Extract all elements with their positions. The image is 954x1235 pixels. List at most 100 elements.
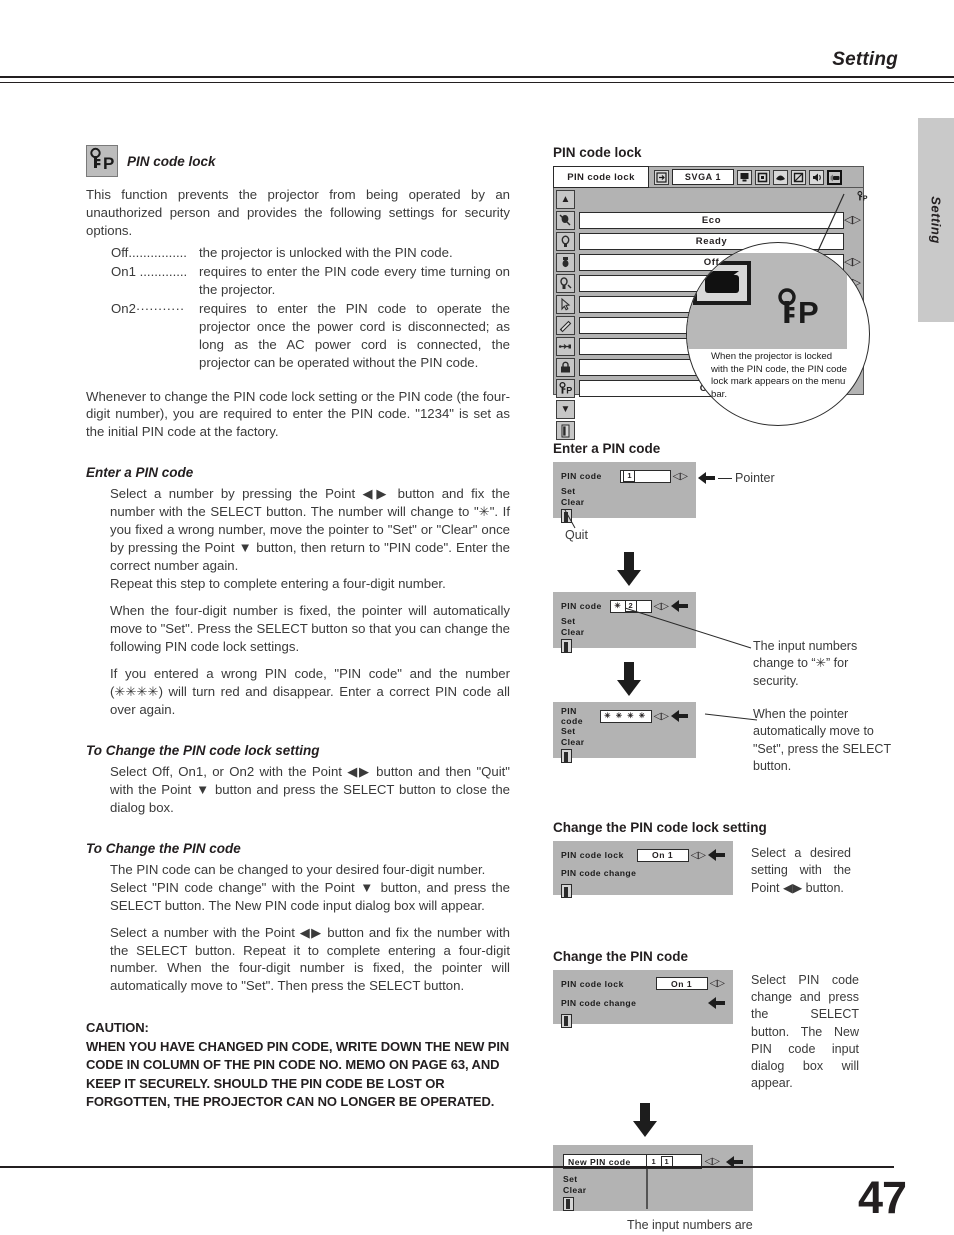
- pin-code-lock-value[interactable]: On 1: [636, 848, 689, 862]
- dialog-label: PIN code: [561, 601, 602, 611]
- quit-icon[interactable]: [561, 1013, 572, 1028]
- header-rule: [0, 76, 954, 83]
- enter-pin-paragraph-3: When the four-digit number is fixed, the…: [110, 603, 510, 655]
- enter-pin-figure-group: PIN code 1 ◁▷ Set Clear Pointer Quit PIN…: [553, 462, 898, 773]
- change-lock-setting-heading: To Change the PIN code lock setting: [86, 742, 320, 758]
- enter-pin-figure-heading: Enter a PIN code: [553, 441, 661, 456]
- change-code-figure-heading: Change the PIN code: [553, 948, 689, 964]
- dialog-2-leader-line: [624, 607, 752, 649]
- left-right-arrows-icon: ◁▷: [672, 470, 688, 482]
- section-side-tab: Setting: [918, 118, 954, 322]
- pin-digit: ✳: [614, 711, 624, 721]
- dialog-input-row: PIN code ✳ ✳ ✳ ✳ ◁▷: [561, 706, 688, 726]
- pin-option-term: On2···········: [111, 300, 185, 316]
- dialog-6-note: The input numbers are being displayed fo…: [627, 1217, 753, 1235]
- page-number: 47: [857, 1172, 907, 1223]
- dialog-input-row: PIN code lock On 1 ◁▷: [561, 977, 725, 991]
- change-code-paragraph-3: Select a number with the Point ◀▶ button…: [110, 924, 510, 994]
- quit-icon[interactable]: [556, 421, 575, 440]
- dialog-3-group: PIN code ✳ ✳ ✳ ✳ ◁▷ Set Clear When the p…: [553, 702, 898, 773]
- dialog-4-note: Select a desired setting with the Point …: [751, 846, 851, 895]
- pin-digit: ✳: [625, 711, 636, 721]
- pin-code-lock-dialog: PIN code lock On 1 ◁▷ PIN code change: [553, 841, 733, 898]
- dialog-3-note: When the pointer automatically move to "…: [753, 707, 891, 773]
- dialog-5-note: Select PIN code change and press the SEL…: [751, 972, 859, 1091]
- dialog-5-group: PIN code lock On 1 ◁▷ PIN code change Se…: [553, 969, 898, 1093]
- dialog-clear-label[interactable]: Clear: [561, 737, 688, 747]
- osd-figure-heading: PIN code lock: [553, 145, 642, 160]
- dialog-input-row: PIN code lock On 1 ◁▷: [561, 848, 725, 862]
- quit-label: Quit: [565, 528, 588, 542]
- change-lock-setting-paragraph: Select Off, On1, or On2 with the Point ◀…: [110, 763, 510, 815]
- pin-code-lock-icon: P: [86, 145, 118, 177]
- pin-code-change-dialog: PIN code lock On 1 ◁▷ PIN code change: [553, 969, 733, 1028]
- dialog-label: PIN code lock: [561, 978, 624, 989]
- left-right-arrows-icon: ◁▷: [690, 849, 706, 861]
- change-pin-code-heading: To Change the PIN code: [86, 840, 241, 856]
- pin-code-change-label[interactable]: PIN code change: [561, 998, 708, 1008]
- pin-option-desc: requires to enter the PIN code to operat…: [199, 300, 510, 370]
- callout-setting-icon: [687, 261, 765, 317]
- pin-option-desc: the projector is unlocked with the PIN c…: [199, 244, 453, 260]
- caution-body: WHEN YOU HAVE CHANGED PIN CODE, WRITE DO…: [86, 1038, 510, 1110]
- right-column: PIN code lock PIN code lock SVGA 1 ▲ P ▼…: [553, 145, 898, 1235]
- quit-icon[interactable]: [561, 749, 572, 763]
- quit-icon[interactable]: [563, 1196, 574, 1211]
- pin-option-desc: requires to enter the PIN code every tim…: [199, 263, 510, 297]
- dialog-set-label[interactable]: Set: [561, 726, 688, 736]
- down-arrow-icon: [617, 552, 641, 586]
- dialog-6-group: New PIN code 1 1 ◁▷ Set Clear The input …: [553, 1144, 898, 1235]
- left-column: P PIN code lock This function prevents t…: [86, 145, 510, 1112]
- pin-option-on2: On2··········· requires to enter the PIN…: [111, 300, 510, 372]
- pin-digit: 1: [623, 470, 636, 482]
- pin-code-input[interactable]: ✳ ✳ ✳ ✳: [599, 709, 652, 723]
- pin-option-term: Off................: [111, 244, 187, 260]
- pin-code-change-label[interactable]: PIN code change: [561, 868, 725, 878]
- down-arrow-icon: [617, 662, 641, 696]
- section-side-tab-label: Setting: [928, 196, 944, 244]
- pin-options-list: Off................ the projector is unl…: [111, 244, 510, 372]
- svg-text:P: P: [798, 295, 819, 330]
- footer-rule: [0, 1166, 894, 1168]
- intro-paragraph: This function prevents the projector fro…: [86, 187, 510, 238]
- pin-code-lock-heading: PIN code lock: [127, 153, 216, 169]
- callout-text: When the projector is locked with the PI…: [711, 351, 847, 400]
- dialog-2-group: PIN code ✳ 2 ◁▷ Set Clear The input numb…: [553, 592, 898, 688]
- enter-pin-code-heading: Enter a PIN code: [86, 465, 194, 481]
- left-right-arrows-icon: ◁▷: [709, 978, 725, 990]
- pin-digit: ✳: [637, 711, 647, 721]
- svg-text:P: P: [103, 154, 114, 173]
- quit-icon[interactable]: [561, 884, 572, 898]
- down-arrow-icon: [633, 1102, 657, 1137]
- change-lock-figure-heading: Change the PIN code lock setting: [553, 820, 767, 835]
- callout-bubble: P When the projector is locked with the …: [686, 242, 870, 426]
- callout-pin-code-lock-icon: P: [775, 287, 827, 330]
- pin-option-on1: On1 ............. requires to enter the …: [111, 263, 510, 299]
- pin-option-term: On1 .............: [111, 263, 188, 279]
- quit-icon[interactable]: [561, 639, 572, 653]
- pin-option-off: Off................ the projector is unl…: [111, 244, 510, 262]
- pin-digit: ✳: [612, 601, 623, 611]
- caution-heading: CAUTION:: [86, 1020, 149, 1036]
- whenever-paragraph: Whenever to change the PIN code lock set…: [86, 388, 510, 440]
- pin-code-lock-heading-row: P PIN code lock: [86, 145, 510, 177]
- osd-figure: PIN code lock SVGA 1 ▲ P ▼ Eco ◁▷ Ready …: [553, 166, 870, 440]
- dialog-label: PIN code lock: [561, 850, 624, 860]
- pin-code-lock-value[interactable]: On 1: [655, 977, 708, 991]
- dialog-4-group: PIN code lock On 1 ◁▷ PIN code change Se…: [553, 841, 898, 898]
- pin-code-input[interactable]: 1: [620, 469, 671, 483]
- dialog-2-note: The input numbers change to “✳” for secu…: [753, 639, 858, 688]
- dialog-6-leader-line: [646, 1166, 648, 1209]
- dialog-set-label[interactable]: Set: [561, 486, 688, 496]
- manual-page: Setting Setting P PIN code lock This fun…: [0, 0, 954, 1235]
- dialog-label: PIN code: [561, 706, 584, 726]
- page-header-title: Setting: [832, 49, 898, 70]
- enter-pin-paragraph-1: Select a number by pressing the Point ◀▶…: [110, 486, 510, 574]
- dialog-input-row: PIN code 1 ◁▷: [561, 469, 688, 483]
- pin-digit: 1: [648, 1156, 659, 1167]
- pin-digit: ✳: [602, 711, 613, 721]
- change-code-paragraph-2: Select "PIN code change" with the Point …: [110, 879, 510, 913]
- change-code-paragraph-1: The PIN code can be changed to your desi…: [110, 861, 486, 877]
- dialog-clear-label[interactable]: Clear: [561, 497, 688, 507]
- enter-pin-paragraph-4: If you entered a wrong PIN code, "PIN co…: [110, 665, 510, 717]
